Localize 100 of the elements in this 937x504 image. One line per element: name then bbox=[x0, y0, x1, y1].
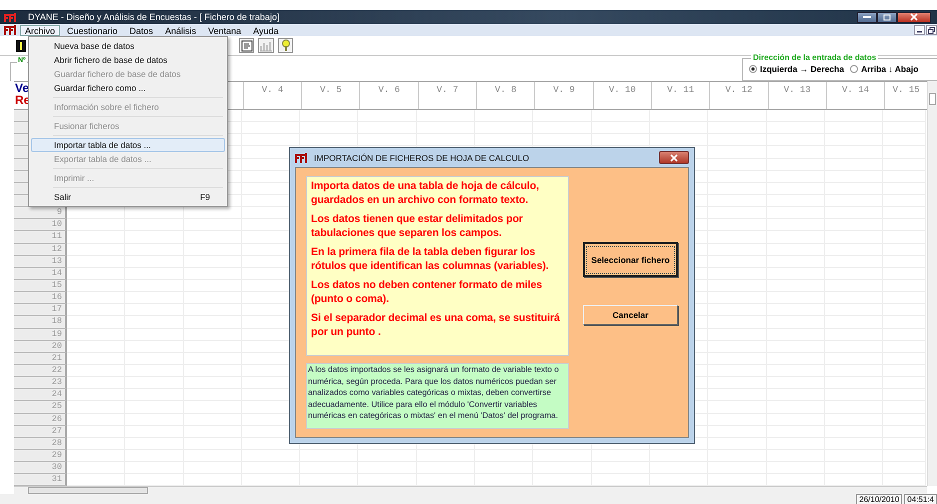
grid-cell[interactable] bbox=[67, 450, 126, 462]
grid-cell[interactable] bbox=[883, 231, 926, 244]
menu-item[interactable]: Nueva base de datos bbox=[31, 39, 225, 53]
menu-item[interactable]: Guardar fichero como ... bbox=[31, 81, 225, 95]
grid-cell[interactable] bbox=[67, 352, 126, 365]
grid-cell[interactable] bbox=[883, 182, 926, 195]
grid-cell[interactable] bbox=[883, 316, 926, 329]
scroll-thumb[interactable] bbox=[929, 93, 936, 105]
grid-cell[interactable] bbox=[67, 256, 126, 268]
grid-cell[interactable] bbox=[67, 364, 126, 378]
grid-cell[interactable] bbox=[883, 401, 926, 414]
grid-cell[interactable] bbox=[883, 364, 926, 378]
grid-cell[interactable] bbox=[67, 292, 126, 304]
grid-cell[interactable] bbox=[67, 231, 126, 244]
grid-cell[interactable] bbox=[242, 134, 300, 146]
cancel-button[interactable]: Cancelar bbox=[583, 305, 678, 325]
grid-cell[interactable] bbox=[883, 146, 926, 159]
grid-cell[interactable] bbox=[883, 328, 926, 341]
grid-cell[interactable] bbox=[592, 110, 650, 122]
grid-cell[interactable] bbox=[67, 244, 126, 256]
grid-cell[interactable] bbox=[883, 110, 926, 122]
grid-cell[interactable] bbox=[650, 134, 708, 146]
grid-cell[interactable] bbox=[416, 110, 476, 122]
grid-cell[interactable] bbox=[883, 280, 926, 292]
vertical-scrollbar[interactable] bbox=[927, 81, 937, 486]
grid-cell[interactable] bbox=[358, 110, 417, 122]
help-icon[interactable] bbox=[278, 38, 293, 53]
menu-item[interactable]: Cuestionario bbox=[62, 24, 123, 36]
grid-cell[interactable] bbox=[67, 462, 126, 474]
record-number-icon[interactable] bbox=[13, 38, 28, 53]
grid-cell[interactable] bbox=[650, 110, 708, 122]
grid-cell[interactable] bbox=[67, 219, 126, 232]
grid-cell[interactable] bbox=[67, 280, 126, 292]
grid-cell[interactable] bbox=[883, 450, 926, 462]
grid-cell[interactable] bbox=[300, 110, 358, 122]
grid-cell[interactable] bbox=[242, 110, 300, 122]
grid-cell[interactable] bbox=[416, 134, 476, 146]
grid-cell[interactable] bbox=[883, 122, 926, 134]
grid-cell[interactable] bbox=[883, 340, 926, 353]
grid-cell[interactable] bbox=[533, 110, 592, 122]
grid-cell[interactable] bbox=[475, 134, 534, 146]
grid-cell[interactable] bbox=[883, 158, 926, 171]
grid-cell[interactable] bbox=[766, 110, 825, 122]
grid-cell[interactable] bbox=[708, 110, 767, 122]
grid-cell[interactable] bbox=[67, 414, 126, 426]
menu-item[interactable]: Salir F9 bbox=[31, 190, 225, 204]
minimize-button[interactable] bbox=[914, 25, 925, 35]
radio-button[interactable] bbox=[850, 65, 858, 73]
grid-cell[interactable] bbox=[533, 134, 592, 146]
grid-cell[interactable] bbox=[300, 134, 358, 146]
menu-item[interactable]: Ayuda bbox=[248, 24, 284, 36]
grid-cell[interactable] bbox=[883, 292, 926, 304]
grid-cell[interactable] bbox=[67, 438, 126, 450]
menu-item[interactable]: Datos bbox=[124, 24, 158, 36]
grid-cell[interactable] bbox=[883, 256, 926, 268]
menu-item[interactable]: Análisis bbox=[160, 24, 202, 36]
grid-cell[interactable] bbox=[67, 268, 126, 280]
grid-cell[interactable] bbox=[883, 414, 926, 426]
close-button[interactable] bbox=[659, 151, 689, 164]
menu-item[interactable]: Importar tabla de datos ... bbox=[31, 138, 225, 152]
grid-cell[interactable] bbox=[883, 194, 926, 208]
grid-cell[interactable] bbox=[67, 340, 126, 353]
grid-cell[interactable] bbox=[883, 207, 926, 220]
radio-option[interactable]: Arriba ↓ Abajo bbox=[850, 64, 918, 74]
document-icon[interactable] bbox=[239, 38, 254, 53]
grid-cell[interactable] bbox=[67, 316, 126, 329]
grid-cell[interactable] bbox=[67, 426, 126, 438]
radio-button[interactable] bbox=[749, 65, 757, 73]
grid-cell[interactable] bbox=[883, 377, 926, 390]
horizontal-scrollbar[interactable] bbox=[14, 486, 927, 494]
minimize-button[interactable] bbox=[857, 12, 877, 22]
grid-cell[interactable] bbox=[883, 426, 926, 438]
menu-item[interactable]: Archivo bbox=[20, 24, 60, 36]
grid-cell[interactable] bbox=[883, 438, 926, 450]
grid-cell[interactable] bbox=[67, 304, 126, 316]
close-button[interactable] bbox=[897, 12, 931, 22]
grid-cell[interactable] bbox=[358, 134, 417, 146]
grid-cell[interactable] bbox=[824, 110, 884, 122]
select-file-button[interactable]: Seleccionar fichero bbox=[583, 242, 678, 277]
grid-cell[interactable] bbox=[883, 170, 926, 183]
grid-cell[interactable] bbox=[67, 389, 126, 402]
grid-cell[interactable] bbox=[883, 268, 926, 280]
grid-cell[interactable] bbox=[883, 304, 926, 316]
grid-cell[interactable] bbox=[883, 134, 926, 146]
menu-item[interactable]: Ventana bbox=[203, 24, 246, 36]
restore-button[interactable] bbox=[926, 25, 937, 35]
grid-cell[interactable] bbox=[592, 134, 650, 146]
grid-cell[interactable] bbox=[883, 244, 926, 256]
menu-item[interactable]: Abrir fichero de base de datos bbox=[31, 53, 225, 67]
grid-cell[interactable] bbox=[67, 328, 126, 341]
grid-cell[interactable] bbox=[67, 401, 126, 414]
grid-cell[interactable] bbox=[883, 389, 926, 402]
grid-cell[interactable] bbox=[475, 110, 534, 122]
grid-cell[interactable] bbox=[883, 219, 926, 232]
maximize-button[interactable] bbox=[877, 12, 897, 22]
scroll-thumb[interactable] bbox=[28, 487, 148, 494]
grid-cell[interactable] bbox=[67, 377, 126, 390]
grid-cell[interactable] bbox=[883, 462, 926, 474]
radio-option[interactable]: Izquierda → Derecha bbox=[749, 64, 844, 74]
grid-cell[interactable] bbox=[883, 352, 926, 365]
